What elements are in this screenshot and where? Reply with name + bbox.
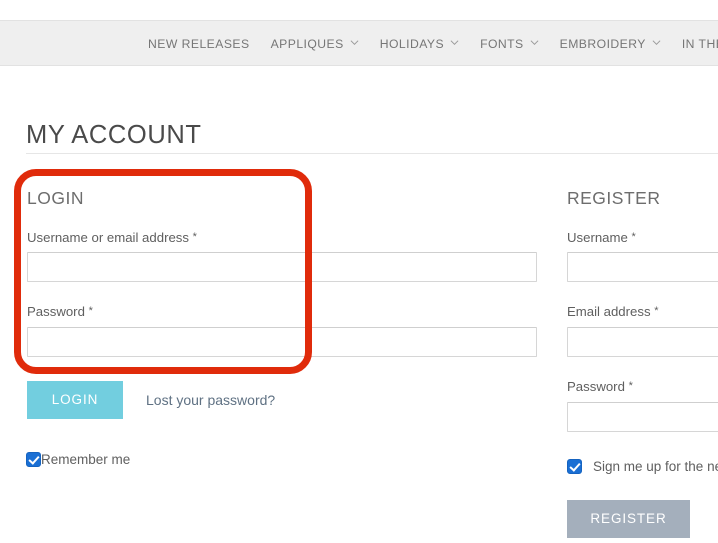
- register-password-label: Password *: [567, 379, 718, 395]
- nav-item-label: EMBROIDERY: [559, 36, 646, 51]
- login-form: LOGIN Username or email address * Passwo…: [27, 188, 537, 379]
- remember-me-row: Remember me: [26, 452, 130, 467]
- register-form: REGISTER Username * Email address * Pass…: [567, 188, 718, 454]
- login-password-label: Password *: [27, 304, 537, 320]
- login-username-label-text: Username or email address: [27, 229, 189, 245]
- remember-me-checkbox[interactable]: [26, 452, 41, 467]
- login-username-field-group: Username or email address *: [27, 230, 537, 283]
- nav-item-label: FONTS: [480, 36, 524, 51]
- nav-item-new-releases[interactable]: NEW RELEASES: [148, 38, 250, 50]
- newsletter-signup-row: Sign me up for the newsletter!: [567, 459, 718, 474]
- nav-item-label: NEW RELEASES: [148, 36, 250, 51]
- register-email-field-group: Email address *: [567, 304, 718, 358]
- required-marker: *: [88, 305, 93, 318]
- register-actions-row: REGISTER: [567, 500, 690, 538]
- register-username-input[interactable]: [567, 252, 718, 283]
- nav-items-container: NEW RELEASES APPLIQUES HOLIDAYS FONTS EM…: [148, 21, 718, 65]
- register-username-label: Username *: [567, 230, 718, 246]
- page-title: MY ACCOUNT: [26, 121, 202, 150]
- required-marker: *: [631, 230, 636, 243]
- nav-item-label: APPLIQUES: [270, 36, 344, 51]
- required-marker: *: [192, 230, 197, 243]
- nav-item-label: IN THE HOOP: [681, 36, 718, 51]
- register-password-input[interactable]: [567, 402, 718, 433]
- required-marker: *: [654, 305, 659, 318]
- newsletter-checkbox[interactable]: [567, 459, 582, 474]
- required-marker: *: [628, 380, 633, 393]
- register-heading: REGISTER: [567, 188, 661, 208]
- nav-item-in-the-hoop[interactable]: IN THE HOOP: [682, 38, 718, 50]
- register-password-label-text: Password: [567, 379, 625, 395]
- chevron-down-icon: [350, 38, 359, 47]
- register-password-field-group: Password *: [567, 379, 718, 433]
- login-button[interactable]: LOGIN: [27, 381, 123, 419]
- login-actions-row: LOGIN Lost your password?: [27, 381, 275, 419]
- lost-password-link[interactable]: Lost your password?: [146, 392, 275, 408]
- login-password-label-text: Password: [27, 304, 85, 320]
- register-email-label-text: Email address: [567, 304, 651, 320]
- register-button[interactable]: REGISTER: [567, 500, 690, 538]
- main-navigation-bar: NEW RELEASES APPLIQUES HOLIDAYS FONTS EM…: [0, 20, 718, 66]
- login-password-field-group: Password *: [27, 304, 537, 358]
- register-email-label: Email address *: [567, 304, 718, 320]
- login-password-input[interactable]: [27, 327, 537, 358]
- remember-me-label: Remember me: [41, 451, 131, 467]
- login-username-label: Username or email address *: [27, 230, 537, 246]
- chevron-down-icon: [530, 38, 539, 47]
- register-username-label-text: Username: [567, 229, 628, 245]
- chevron-down-icon: [450, 38, 459, 47]
- register-username-field-group: Username *: [567, 230, 718, 283]
- nav-item-fonts[interactable]: FONTS: [480, 38, 539, 50]
- nav-item-holidays[interactable]: HOLIDAYS: [380, 38, 459, 50]
- register-email-input[interactable]: [567, 327, 718, 358]
- newsletter-label: Sign me up for the newsletter!: [593, 458, 718, 474]
- nav-item-appliques[interactable]: APPLIQUES: [271, 38, 359, 50]
- login-heading: LOGIN: [27, 188, 84, 208]
- nav-item-embroidery[interactable]: EMBROIDERY: [560, 38, 661, 50]
- login-username-input[interactable]: [27, 252, 537, 283]
- chevron-down-icon: [652, 38, 661, 47]
- nav-item-label: HOLIDAYS: [379, 36, 445, 51]
- title-divider: [26, 153, 718, 154]
